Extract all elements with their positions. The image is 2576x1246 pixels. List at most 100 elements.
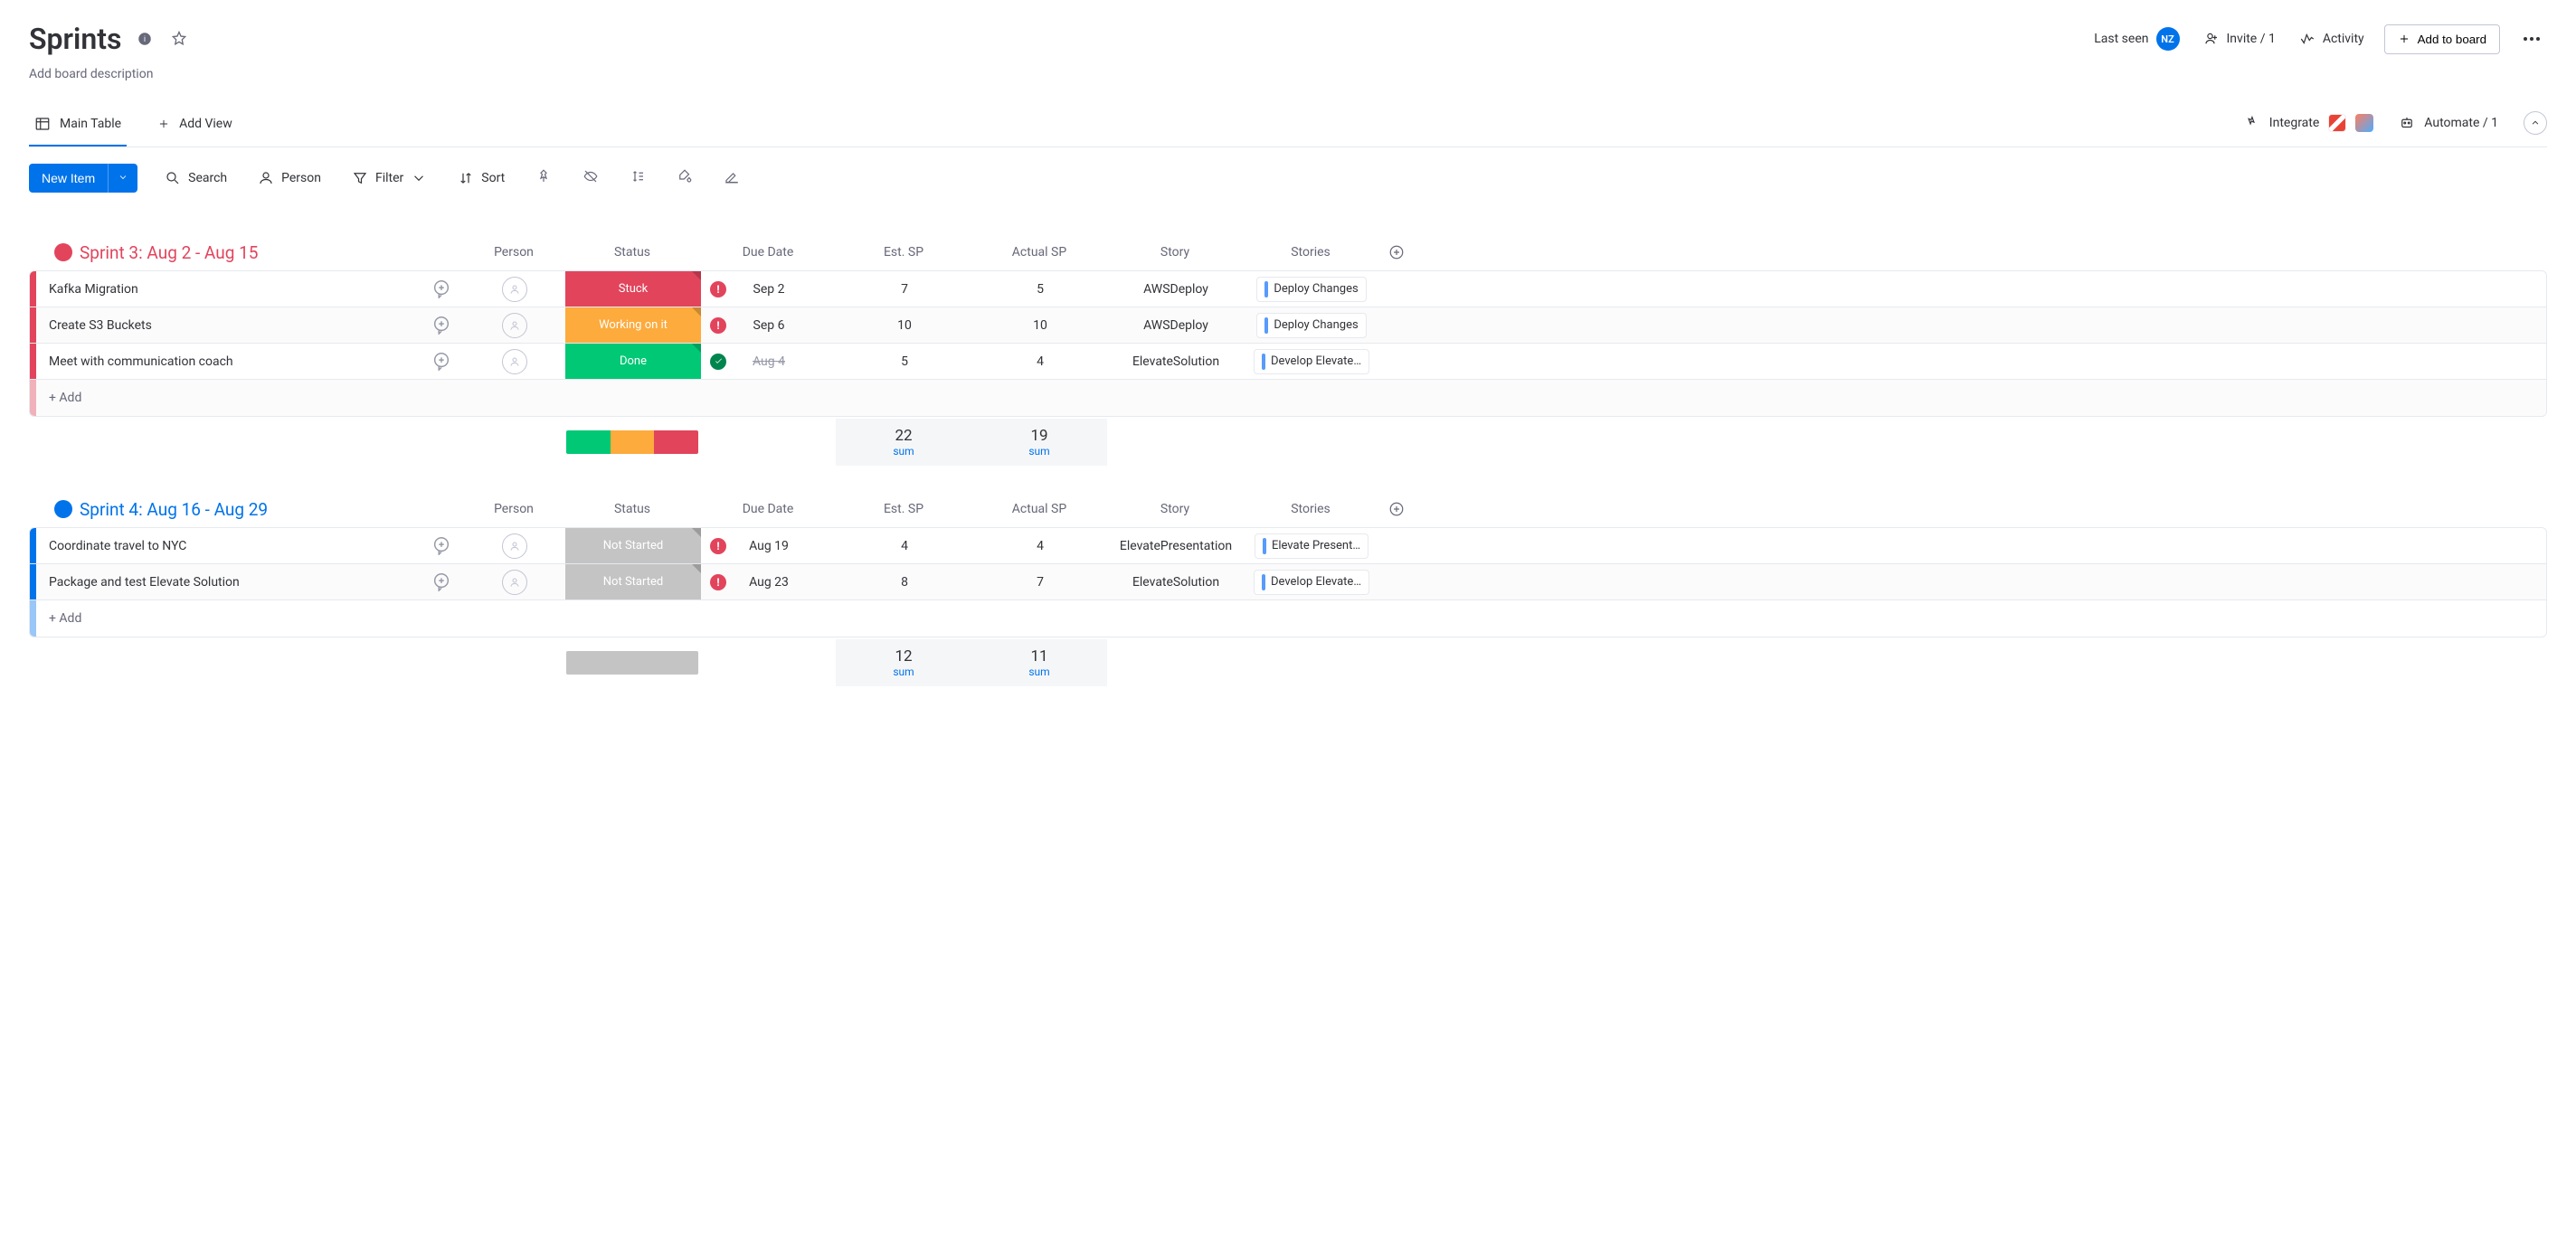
add-view-button[interactable]: Add View: [152, 108, 238, 146]
invite-button[interactable]: Invite / 1: [2200, 25, 2279, 52]
status-cell[interactable]: Working on it: [565, 307, 701, 343]
tab-main-table[interactable]: Main Table: [29, 107, 127, 146]
group-collapse-button[interactable]: [54, 243, 72, 261]
column-header[interactable]: Due Date: [700, 245, 836, 260]
new-item-button[interactable]: New Item: [29, 164, 108, 193]
table-row[interactable]: Package and test Elevate Solution Not Sta…: [30, 564, 2546, 600]
due-date-cell[interactable]: !Aug 23: [701, 564, 837, 599]
column-header[interactable]: Due Date: [700, 502, 836, 516]
due-date-cell[interactable]: Aug 4: [701, 344, 837, 379]
person-cell[interactable]: [502, 570, 527, 595]
est-sp-cell[interactable]: 5: [837, 354, 972, 369]
column-header[interactable]: Actual SP: [971, 245, 1107, 260]
board-title[interactable]: Sprints: [29, 22, 121, 56]
item-name[interactable]: Coordinate travel to NYC: [49, 539, 419, 553]
column-header[interactable]: Actual SP: [971, 502, 1107, 516]
conversation-icon[interactable]: [431, 315, 453, 336]
group-collapse-button[interactable]: [54, 500, 72, 518]
status-cell[interactable]: Not Started: [565, 564, 701, 599]
person-label: Person: [281, 171, 321, 185]
est-sp-cell[interactable]: 8: [837, 575, 972, 590]
status-cell[interactable]: Stuck: [565, 271, 701, 307]
stories-chip[interactable]: Develop Elevate…: [1254, 570, 1369, 595]
conversation-icon[interactable]: [431, 351, 453, 373]
stories-chip[interactable]: Deploy Changes: [1256, 277, 1366, 302]
color-icon[interactable]: [673, 165, 696, 192]
filter-button[interactable]: Filter: [348, 165, 431, 192]
table-row[interactable]: Meet with communication coach DoneAug 454…: [30, 344, 2546, 380]
stories-chip[interactable]: Develop Elevate…: [1254, 349, 1369, 374]
table-row[interactable]: Kafka Migration Stuck!Sep 275AWSDeploy Dep…: [30, 271, 2546, 307]
favorite-star-icon[interactable]: [168, 28, 190, 50]
person-cell[interactable]: [502, 349, 527, 374]
est-sp-cell[interactable]: 10: [837, 318, 972, 333]
stories-chip[interactable]: Elevate Present…: [1255, 533, 1368, 559]
search-button[interactable]: Search: [161, 165, 231, 192]
whiteboard-icon[interactable]: [720, 165, 743, 192]
status-cell[interactable]: Done: [565, 344, 701, 379]
table-row[interactable]: Create S3 BucketsWorking on it!Sep 61010…: [30, 307, 2546, 344]
column-header[interactable]: Person: [463, 245, 564, 260]
item-name[interactable]: Kafka Migration: [49, 282, 419, 297]
add-item-label: + Add: [36, 391, 81, 405]
activity-button[interactable]: Activity: [2296, 25, 2368, 52]
column-header[interactable]: Story: [1107, 502, 1243, 516]
add-column-button[interactable]: [1378, 244, 1415, 260]
column-header[interactable]: Status: [564, 502, 700, 516]
integrate-button[interactable]: Integrate: [2244, 114, 2374, 132]
stories-chip[interactable]: Deploy Changes: [1256, 313, 1366, 338]
story-cell[interactable]: AWSDeploy: [1108, 318, 1244, 333]
column-header[interactable]: Est. SP: [836, 502, 971, 516]
sort-button[interactable]: Sort: [454, 165, 508, 192]
due-date-cell[interactable]: !Aug 19: [701, 528, 837, 563]
group-title[interactable]: Sprint 3: Aug 2 - Aug 15: [80, 242, 258, 263]
est-sp-cell[interactable]: 4: [837, 539, 972, 553]
due-date-cell[interactable]: !Sep 6: [701, 307, 837, 343]
item-name[interactable]: Package and test Elevate Solution: [49, 575, 419, 590]
status-cell[interactable]: Not Started: [565, 528, 701, 563]
column-header[interactable]: Status: [564, 245, 700, 260]
column-header[interactable]: Stories: [1243, 502, 1378, 516]
column-header[interactable]: Est. SP: [836, 245, 971, 260]
column-header[interactable]: Stories: [1243, 245, 1378, 260]
story-cell[interactable]: ElevatePresentation: [1108, 539, 1244, 553]
person-cell[interactable]: [502, 533, 527, 559]
item-name[interactable]: Create S3 Buckets: [49, 318, 419, 333]
collapse-panel-button[interactable]: [2524, 111, 2547, 135]
due-date-cell[interactable]: !Sep 2: [701, 271, 837, 307]
actual-sp-cell[interactable]: 4: [972, 354, 1108, 369]
actual-sp-cell[interactable]: 7: [972, 575, 1108, 590]
story-cell[interactable]: ElevateSolution: [1108, 354, 1244, 369]
info-icon[interactable]: i: [134, 28, 156, 50]
story-cell[interactable]: AWSDeploy: [1108, 282, 1244, 297]
add-item-row[interactable]: + Add: [30, 600, 2546, 637]
add-to-board-button[interactable]: Add to board: [2384, 24, 2500, 54]
add-column-button[interactable]: [1378, 501, 1415, 517]
conversation-icon[interactable]: [431, 535, 453, 557]
story-cell[interactable]: ElevateSolution: [1108, 575, 1244, 590]
height-icon[interactable]: [626, 165, 649, 192]
person-cell[interactable]: [502, 277, 527, 302]
actual-sp-cell[interactable]: 10: [972, 318, 1108, 333]
conversation-icon[interactable]: [431, 571, 453, 593]
person-filter-button[interactable]: Person: [254, 165, 325, 192]
pin-icon[interactable]: [532, 165, 555, 192]
conversation-icon[interactable]: [431, 278, 453, 300]
person-cell[interactable]: [502, 313, 527, 338]
board-description-input[interactable]: Add board description: [29, 67, 2547, 81]
new-item-dropdown[interactable]: [108, 164, 137, 193]
hide-icon[interactable]: [579, 165, 602, 192]
est-sp-cell[interactable]: 7: [837, 282, 972, 297]
group-title[interactable]: Sprint 4: Aug 16 - Aug 29: [80, 499, 268, 520]
row-color-bar: [30, 528, 36, 563]
actual-sp-cell[interactable]: 5: [972, 282, 1108, 297]
table-row[interactable]: Coordinate travel to NYC Not Started!Aug …: [30, 528, 2546, 564]
more-menu-icon[interactable]: [2516, 30, 2547, 48]
add-item-row[interactable]: + Add: [30, 380, 2546, 416]
column-header[interactable]: Story: [1107, 245, 1243, 260]
automate-button[interactable]: Automate / 1: [2399, 115, 2498, 131]
item-name[interactable]: Meet with communication coach: [49, 354, 419, 369]
actual-sp-cell[interactable]: 4: [972, 539, 1108, 553]
column-header[interactable]: Person: [463, 502, 564, 516]
last-seen[interactable]: Last seen NZ: [2090, 22, 2183, 56]
